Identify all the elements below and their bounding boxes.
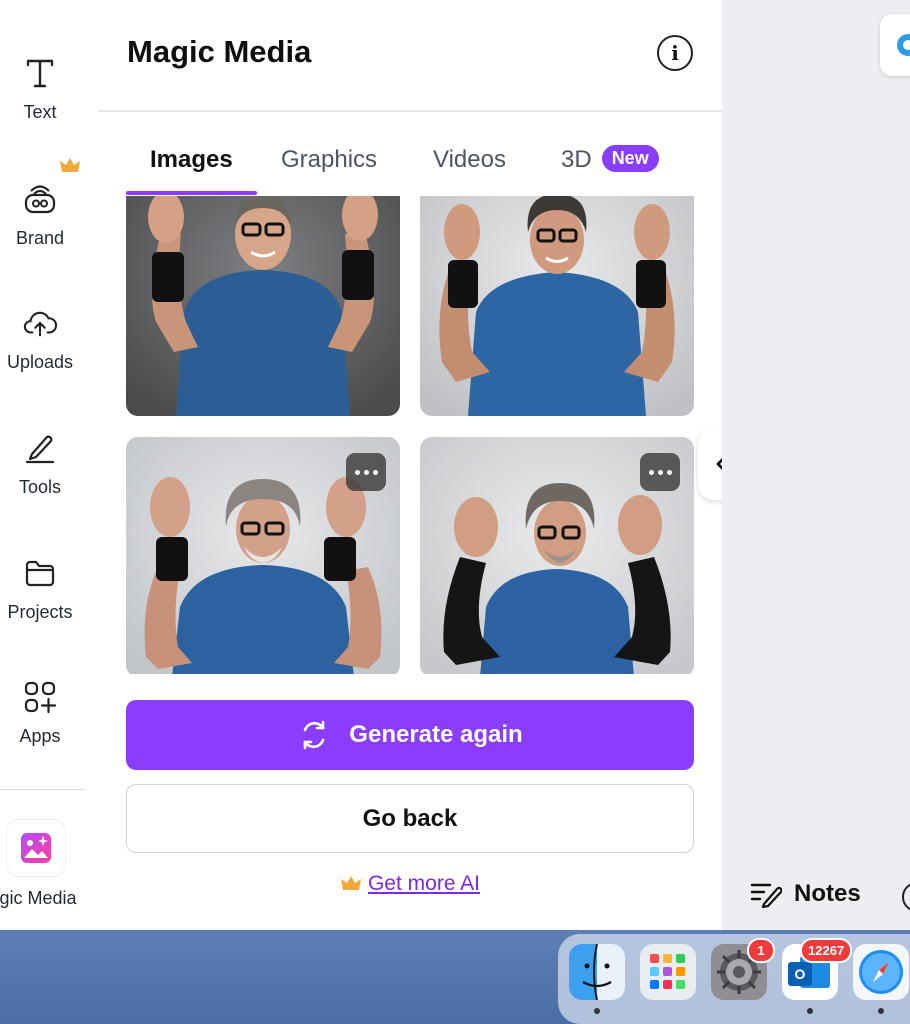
generated-image (126, 196, 400, 416)
new-badge: New (601, 145, 659, 173)
sidebar-item-brand[interactable]: Brand (0, 182, 80, 249)
refresh-icon (303, 720, 325, 750)
sidebar-item-uploads[interactable]: Uploads (0, 306, 80, 373)
generate-again-button[interactable]: Generate again (126, 700, 694, 770)
finder-icon (569, 943, 625, 1001)
svg-text:O: O (795, 966, 806, 982)
dock-outlook[interactable]: O 12267 (782, 938, 853, 1000)
running-indicator (594, 1008, 600, 1014)
sidebar-item-magic-media[interactable]: agic Media (0, 820, 77, 909)
pen-tool-icon (23, 431, 57, 465)
tab-graphics[interactable]: Graphics (281, 146, 377, 174)
dock-system-settings[interactable]: 1 (711, 938, 775, 1000)
app-shortcut-icon[interactable] (880, 14, 910, 76)
sidebar-item-label: Projects (7, 602, 73, 622)
sidebar-item-label: Uploads (6, 352, 74, 372)
notes-label: Notes (794, 880, 861, 907)
crown-icon (340, 876, 361, 890)
sidebar-item-label: Text (23, 102, 57, 122)
tab-3d[interactable]: 3D New (561, 145, 659, 174)
get-more-ai-link[interactable]: Get more AI (368, 872, 480, 896)
sidebar-item-label: Apps (19, 726, 61, 746)
generated-image-3[interactable] (126, 437, 400, 674)
generated-image (420, 196, 694, 416)
left-sidebar: Text Brand Uploads Tools Projects Apps g… (0, 0, 98, 930)
get-more-ai: Get more AI (98, 872, 722, 896)
generated-image-4[interactable] (420, 437, 694, 674)
magic-media-icon (7, 820, 65, 876)
sidebar-item-label: Brand (15, 228, 65, 248)
sidebar-item-tools[interactable]: Tools (0, 431, 80, 498)
dock-finder[interactable] (569, 943, 625, 1001)
crown-icon (60, 158, 80, 172)
dock-launchpad[interactable] (640, 944, 696, 1000)
image-results-grid (126, 196, 696, 674)
canvas-area (722, 0, 910, 930)
launchpad-icon (640, 944, 696, 1000)
dock-safari[interactable] (853, 944, 909, 1000)
sidebar-item-apps[interactable]: Apps (0, 680, 80, 747)
sidebar-item-label: Tools (18, 477, 62, 497)
magic-media-panel: Magic Media i Images Graphics Videos 3D N… (98, 0, 722, 930)
compass-icon (853, 944, 909, 1000)
active-tab-indicator (126, 191, 257, 195)
text-icon (23, 56, 57, 90)
generate-again-label: Generate again (349, 721, 523, 748)
panel-divider (98, 110, 722, 112)
more-options-button[interactable] (640, 453, 680, 491)
running-indicator (807, 1008, 813, 1014)
folder-icon (23, 556, 57, 590)
generated-image-1[interactable] (126, 196, 400, 416)
notes-icon (750, 883, 782, 908)
upload-cloud-icon (23, 306, 57, 340)
notification-badge: 12267 (800, 938, 853, 963)
running-indicator (878, 1008, 884, 1014)
sidebar-item-projects[interactable]: Projects (0, 556, 80, 623)
brand-icon (23, 182, 57, 216)
info-icon: i (671, 41, 679, 65)
tab-bar: Images Graphics Videos 3D New (126, 140, 696, 196)
sidebar-divider (0, 789, 84, 790)
tab-videos[interactable]: Videos (433, 146, 506, 174)
tab-images[interactable]: Images (150, 146, 233, 174)
notes-button[interactable]: Notes (750, 880, 861, 908)
apps-grid-icon (23, 680, 57, 714)
sidebar-item-label: agic Media (0, 888, 77, 908)
info-button[interactable]: i (657, 35, 693, 71)
more-options-button[interactable] (346, 453, 386, 491)
tab-3d-label: 3D (561, 146, 592, 173)
go-back-button[interactable]: Go back (126, 784, 694, 853)
generated-image-2[interactable] (420, 196, 694, 416)
sidebar-item-text[interactable]: Text (0, 56, 80, 123)
notification-badge: 1 (747, 938, 775, 963)
panel-title: Magic Media (127, 34, 312, 69)
